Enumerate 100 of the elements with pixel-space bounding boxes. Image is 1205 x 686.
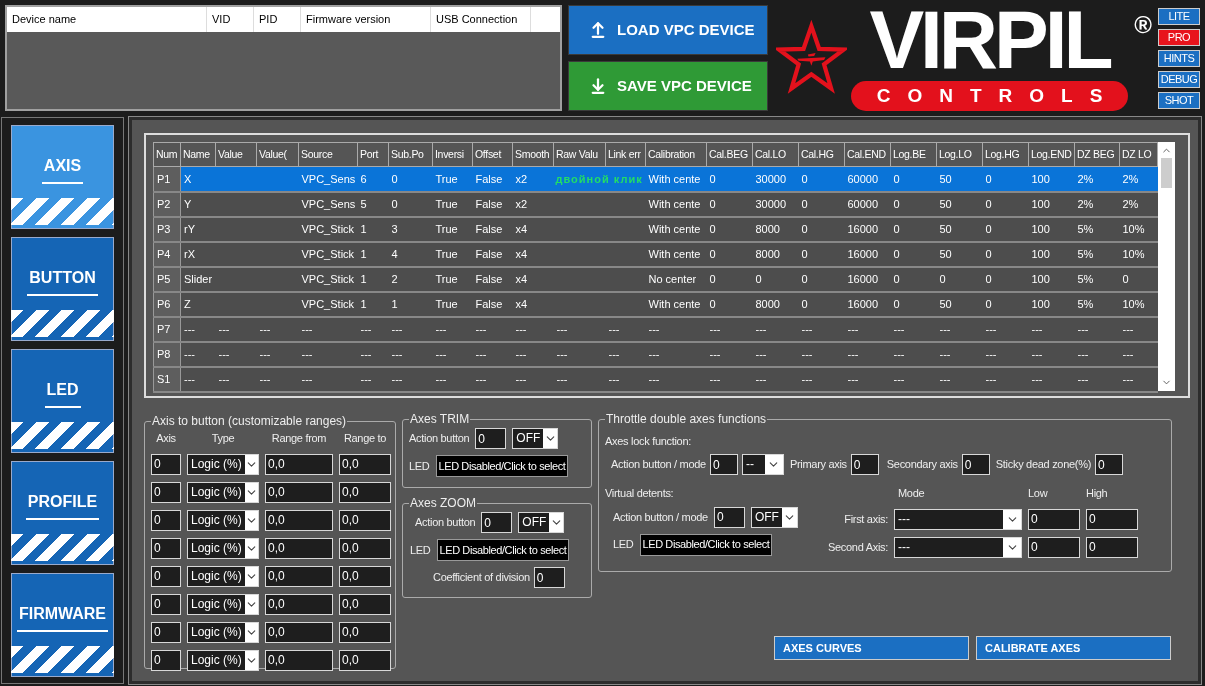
input-field[interactable]: 0 (1086, 508, 1138, 530)
column-header: VID (207, 7, 254, 32)
table-cell: 0 (798, 266, 845, 292)
input-field[interactable]: 0 (1028, 508, 1080, 530)
input-field[interactable]: 0 (475, 428, 507, 449)
input-field[interactable]: 0 (481, 512, 513, 533)
input-field[interactable]: 0 (151, 593, 181, 615)
save-device-button[interactable]: SAVE VPC DEVICE (568, 61, 768, 111)
input-field[interactable]: 0 (151, 649, 181, 671)
dropdown[interactable]: --- (894, 508, 1022, 530)
input-field[interactable]: 0,0 (339, 509, 391, 531)
dropdown[interactable]: Logic (%) (187, 565, 259, 587)
table-row[interactable]: P7 --- --- --- --- --- --- --- --- --- --- --- --- --- --- --- --- --- --- --- --- --- --- (153, 316, 1158, 342)
input-field[interactable]: 0,0 (339, 453, 391, 475)
dropdown[interactable]: OFF (750, 506, 798, 528)
table-cell: --- (256, 366, 299, 392)
table-row[interactable]: P5 Slider VPC_Stick 1 2 True False x4 No center 0 0 0 16000 0 0 0 100 5% 0 (153, 266, 1158, 292)
led-select-button[interactable]: LED Disabled/Click to select (435, 455, 569, 477)
action-button[interactable]: CALIBRATE AXES (976, 636, 1171, 660)
input-field[interactable]: 0,0 (339, 565, 391, 587)
table-cell: VPC_Sens (298, 191, 358, 217)
input-field[interactable]: 0 (533, 567, 565, 588)
sidebar-tab[interactable]: BUTTON (11, 237, 114, 341)
field-label: Axes lock function: (605, 435, 691, 447)
table-row[interactable]: P6 Z VPC_Stick 1 1 True False x4 With cente 0 8000 0 16000 0 50 0 100 5% 10% (153, 291, 1158, 317)
input-field[interactable]: 0,0 (339, 537, 391, 559)
input-field[interactable]: 0,0 (265, 621, 333, 643)
sidebar-tab[interactable]: LED (11, 349, 114, 453)
dropdown[interactable]: Logic (%) (187, 509, 259, 531)
dropdown[interactable]: Logic (%) (187, 649, 259, 671)
table-cell: --- (256, 341, 299, 367)
table-row[interactable]: P8 --- --- --- --- --- --- --- --- --- --- --- --- --- --- --- --- --- --- --- --- --- --- (153, 341, 1158, 367)
table-cell: --- (645, 341, 707, 367)
row-number: P4 (153, 241, 181, 267)
table-row[interactable]: P1 X VPC_Sens 6 0 True False x2 двойной клик With cente 0 30000 0 60000 0 50 0 100 2% 2% (153, 166, 1158, 192)
input-field[interactable]: 0,0 (265, 509, 333, 531)
input-field[interactable]: 0,0 (339, 481, 391, 503)
input-field[interactable]: 0 (709, 454, 738, 475)
table-row[interactable]: P3 rY VPC_Stick 1 3 True False x4 With cente 0 8000 0 16000 0 50 0 100 5% 10% (153, 216, 1158, 242)
input-field[interactable]: 0,0 (339, 649, 391, 671)
table-cell: 100 (1028, 241, 1075, 267)
input-field[interactable]: 0 (1086, 536, 1138, 558)
mode-toggle[interactable]: PRO (1158, 29, 1200, 46)
table-row[interactable]: S1 --- --- --- --- --- --- --- --- --- --- --- --- --- --- --- --- --- --- --- --- --- --- (153, 366, 1158, 392)
input-field[interactable]: 0 (1028, 536, 1080, 558)
dropdown[interactable]: --- (894, 536, 1022, 558)
input-field[interactable]: 0,0 (265, 649, 333, 671)
mode-toggle[interactable]: SHOT (1158, 92, 1200, 109)
mode-toggle[interactable]: HINTS (1158, 50, 1200, 67)
table-cell: 30000 (752, 191, 799, 217)
input-field[interactable]: 0 (151, 537, 181, 559)
dropdown[interactable]: OFF (518, 512, 565, 533)
dropdown[interactable]: Logic (%) (187, 537, 259, 559)
field-label: Secondary axis (886, 457, 958, 473)
dropdown[interactable]: OFF (512, 428, 559, 449)
dropdown[interactable]: Logic (%) (187, 621, 259, 643)
input-field[interactable]: 0 (961, 454, 990, 475)
column-header: DZ BEG (1074, 142, 1120, 167)
mode-toggle[interactable]: LITE (1158, 8, 1200, 25)
input-field[interactable]: 0,0 (265, 593, 333, 615)
dropdown[interactable]: -- (741, 454, 784, 475)
table-row[interactable]: P2 Y VPC_Sens 5 0 True False x2 With cente 0 30000 0 60000 0 50 0 100 2% 2% (153, 191, 1158, 217)
table-cell: --- (936, 316, 983, 342)
input-field[interactable]: 0 (151, 453, 181, 475)
load-device-button[interactable]: LOAD VPC DEVICE (568, 5, 768, 55)
input-field[interactable]: 0,0 (339, 593, 391, 615)
input-field[interactable]: 0 (151, 509, 181, 531)
input-field[interactable]: 0 (151, 621, 181, 643)
input-field[interactable]: 0,0 (265, 565, 333, 587)
action-button[interactable]: AXES CURVES (774, 636, 969, 660)
table-cell: 0 (982, 291, 1029, 317)
table-cell: 10% (1119, 291, 1158, 317)
input-field[interactable]: 0 (1095, 454, 1123, 475)
dropdown[interactable]: Logic (%) (187, 453, 259, 475)
table-cell: --- (357, 316, 389, 342)
table-cell: 0 (706, 291, 753, 317)
table-row[interactable]: P4 rX VPC_Stick 1 4 True False x4 With cente 0 8000 0 16000 0 50 0 100 5% 10% (153, 241, 1158, 267)
table-cell: x4 (512, 291, 554, 317)
input-field[interactable]: 0 (151, 481, 181, 503)
table-cell: False (472, 291, 513, 317)
mode-toggle[interactable]: DEBUG (1158, 71, 1200, 88)
input-field[interactable]: 0 (713, 506, 745, 528)
led-select-button[interactable]: LED Disabled/Click to select (639, 533, 773, 556)
dropdown[interactable]: Logic (%) (187, 481, 259, 503)
led-select-button[interactable]: LED Disabled/Click to select (436, 539, 570, 561)
sidebar-tab[interactable]: FIRMWARE (11, 573, 114, 677)
input-field[interactable]: 0,0 (265, 537, 333, 559)
table-cell: 6 (357, 166, 389, 192)
dropdown[interactable]: Logic (%) (187, 593, 259, 615)
table-cell: 100 (1028, 216, 1075, 242)
input-field[interactable]: 0,0 (265, 453, 333, 475)
input-field[interactable]: 0,0 (339, 621, 391, 643)
input-field[interactable]: 0 (850, 454, 879, 475)
input-field[interactable]: 0 (151, 565, 181, 587)
logo-wordmark: VIRPIL (869, 5, 1110, 75)
input-field[interactable]: 0,0 (265, 481, 333, 503)
table-cell: 3 (388, 216, 433, 242)
field-label: Action button / mode (613, 509, 708, 525)
field-label: LED (409, 458, 430, 474)
sidebar-tab[interactable]: PROFILE (11, 461, 114, 565)
